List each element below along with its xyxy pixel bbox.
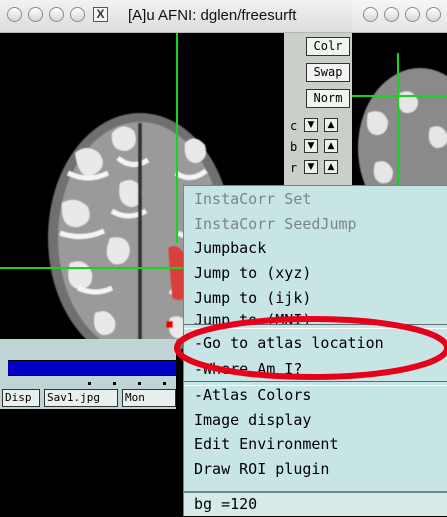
image-popup-menu: InstaCorr Set InstaCorr SeedJump Jumpbac… bbox=[183, 185, 447, 516]
brightness-up-arrow-icon[interactable]: ▲ bbox=[324, 139, 338, 153]
minimize-window-circle-icon[interactable] bbox=[384, 7, 399, 22]
slider-tick bbox=[138, 382, 141, 385]
close-window-circle-icon[interactable] bbox=[363, 7, 378, 22]
x-close-icon[interactable]: X bbox=[93, 7, 108, 22]
slider-tick bbox=[88, 382, 91, 385]
colr-button[interactable]: Colr bbox=[306, 37, 350, 56]
rotate-down-arrow-icon[interactable]: ▼ bbox=[304, 160, 318, 174]
window-circle-icon[interactable] bbox=[426, 7, 441, 22]
image-control-strip: Colr Swap Norm c ▼ ▲ b ▼ ▲ r ▼ ▲ bbox=[284, 33, 352, 188]
menu-item-where-am-i[interactable]: -Where Am I? bbox=[194, 359, 302, 379]
menu-item-atlas-colors[interactable]: -Atlas Colors bbox=[194, 385, 311, 405]
window-title: [A]u AFNI: dglen/freesurft bbox=[128, 7, 297, 24]
zoom-window-circle-icon[interactable] bbox=[405, 7, 420, 22]
save-jpg-button[interactable]: Sav1.jpg bbox=[44, 389, 118, 407]
contrast-up-arrow-icon[interactable]: ▲ bbox=[324, 118, 338, 132]
menu-item-instacorr-set[interactable]: InstaCorr Set bbox=[194, 189, 311, 209]
slider-tick bbox=[113, 382, 116, 385]
montage-button[interactable]: Mon bbox=[122, 389, 176, 407]
menu-item-image-display[interactable]: Image display bbox=[194, 410, 311, 430]
zoom-window-circle-icon[interactable] bbox=[49, 7, 64, 22]
horizontal-crosshair bbox=[0, 267, 183, 269]
menu-item-jump-to-xyz[interactable]: Jump to (xyz) bbox=[194, 263, 311, 283]
menu-item-edit-environment[interactable]: Edit Environment bbox=[194, 434, 339, 454]
minimize-window-circle-icon[interactable] bbox=[28, 7, 43, 22]
swap-button[interactable]: Swap bbox=[306, 63, 350, 82]
norm-button[interactable]: Norm bbox=[306, 89, 350, 108]
menu-item-jump-to-ijk[interactable]: Jump to (ijk) bbox=[194, 288, 311, 308]
slice-slider-bar[interactable] bbox=[8, 360, 176, 376]
disp-button[interactable]: Disp bbox=[2, 389, 40, 407]
menu-item-go-to-atlas-location[interactable]: -Go to atlas location bbox=[194, 333, 384, 353]
brightness-down-arrow-icon[interactable]: ▼ bbox=[304, 139, 318, 153]
contrast-row: c ▼ ▲ bbox=[288, 117, 350, 135]
image-bottom-panel: Disp Sav1.jpg Mon bbox=[0, 339, 176, 409]
menu-item-instacorr-seedjump[interactable]: InstaCorr SeedJump bbox=[194, 214, 357, 234]
background-value-readout: bg =120 bbox=[184, 491, 447, 516]
window-circle-icon[interactable] bbox=[70, 7, 85, 22]
slider-tick bbox=[163, 382, 166, 385]
rotate-up-arrow-icon[interactable]: ▲ bbox=[324, 160, 338, 174]
menu-item-jumpback[interactable]: Jumpback bbox=[194, 238, 266, 258]
contrast-down-arrow-icon[interactable]: ▼ bbox=[304, 118, 318, 132]
window-title-bar[interactable]: X [A]u AFNI: dglen/freesurft bbox=[0, 0, 352, 33]
second-window-title-bar[interactable] bbox=[352, 0, 447, 33]
brightness-row: b ▼ ▲ bbox=[288, 138, 350, 156]
rotate-row: r ▼ ▲ bbox=[288, 159, 350, 177]
menu-separator bbox=[184, 324, 447, 329]
vertical-crosshair bbox=[176, 33, 178, 243]
menu-item-draw-roi-plugin[interactable]: Draw ROI plugin bbox=[194, 459, 329, 479]
close-window-circle-icon[interactable] bbox=[7, 7, 22, 22]
rotate-label: r bbox=[290, 161, 298, 175]
menu-item-jump-to-mni[interactable]: Jump to (MNI) bbox=[194, 310, 311, 324]
brightness-label: b bbox=[290, 140, 298, 154]
contrast-label: c bbox=[290, 119, 298, 133]
